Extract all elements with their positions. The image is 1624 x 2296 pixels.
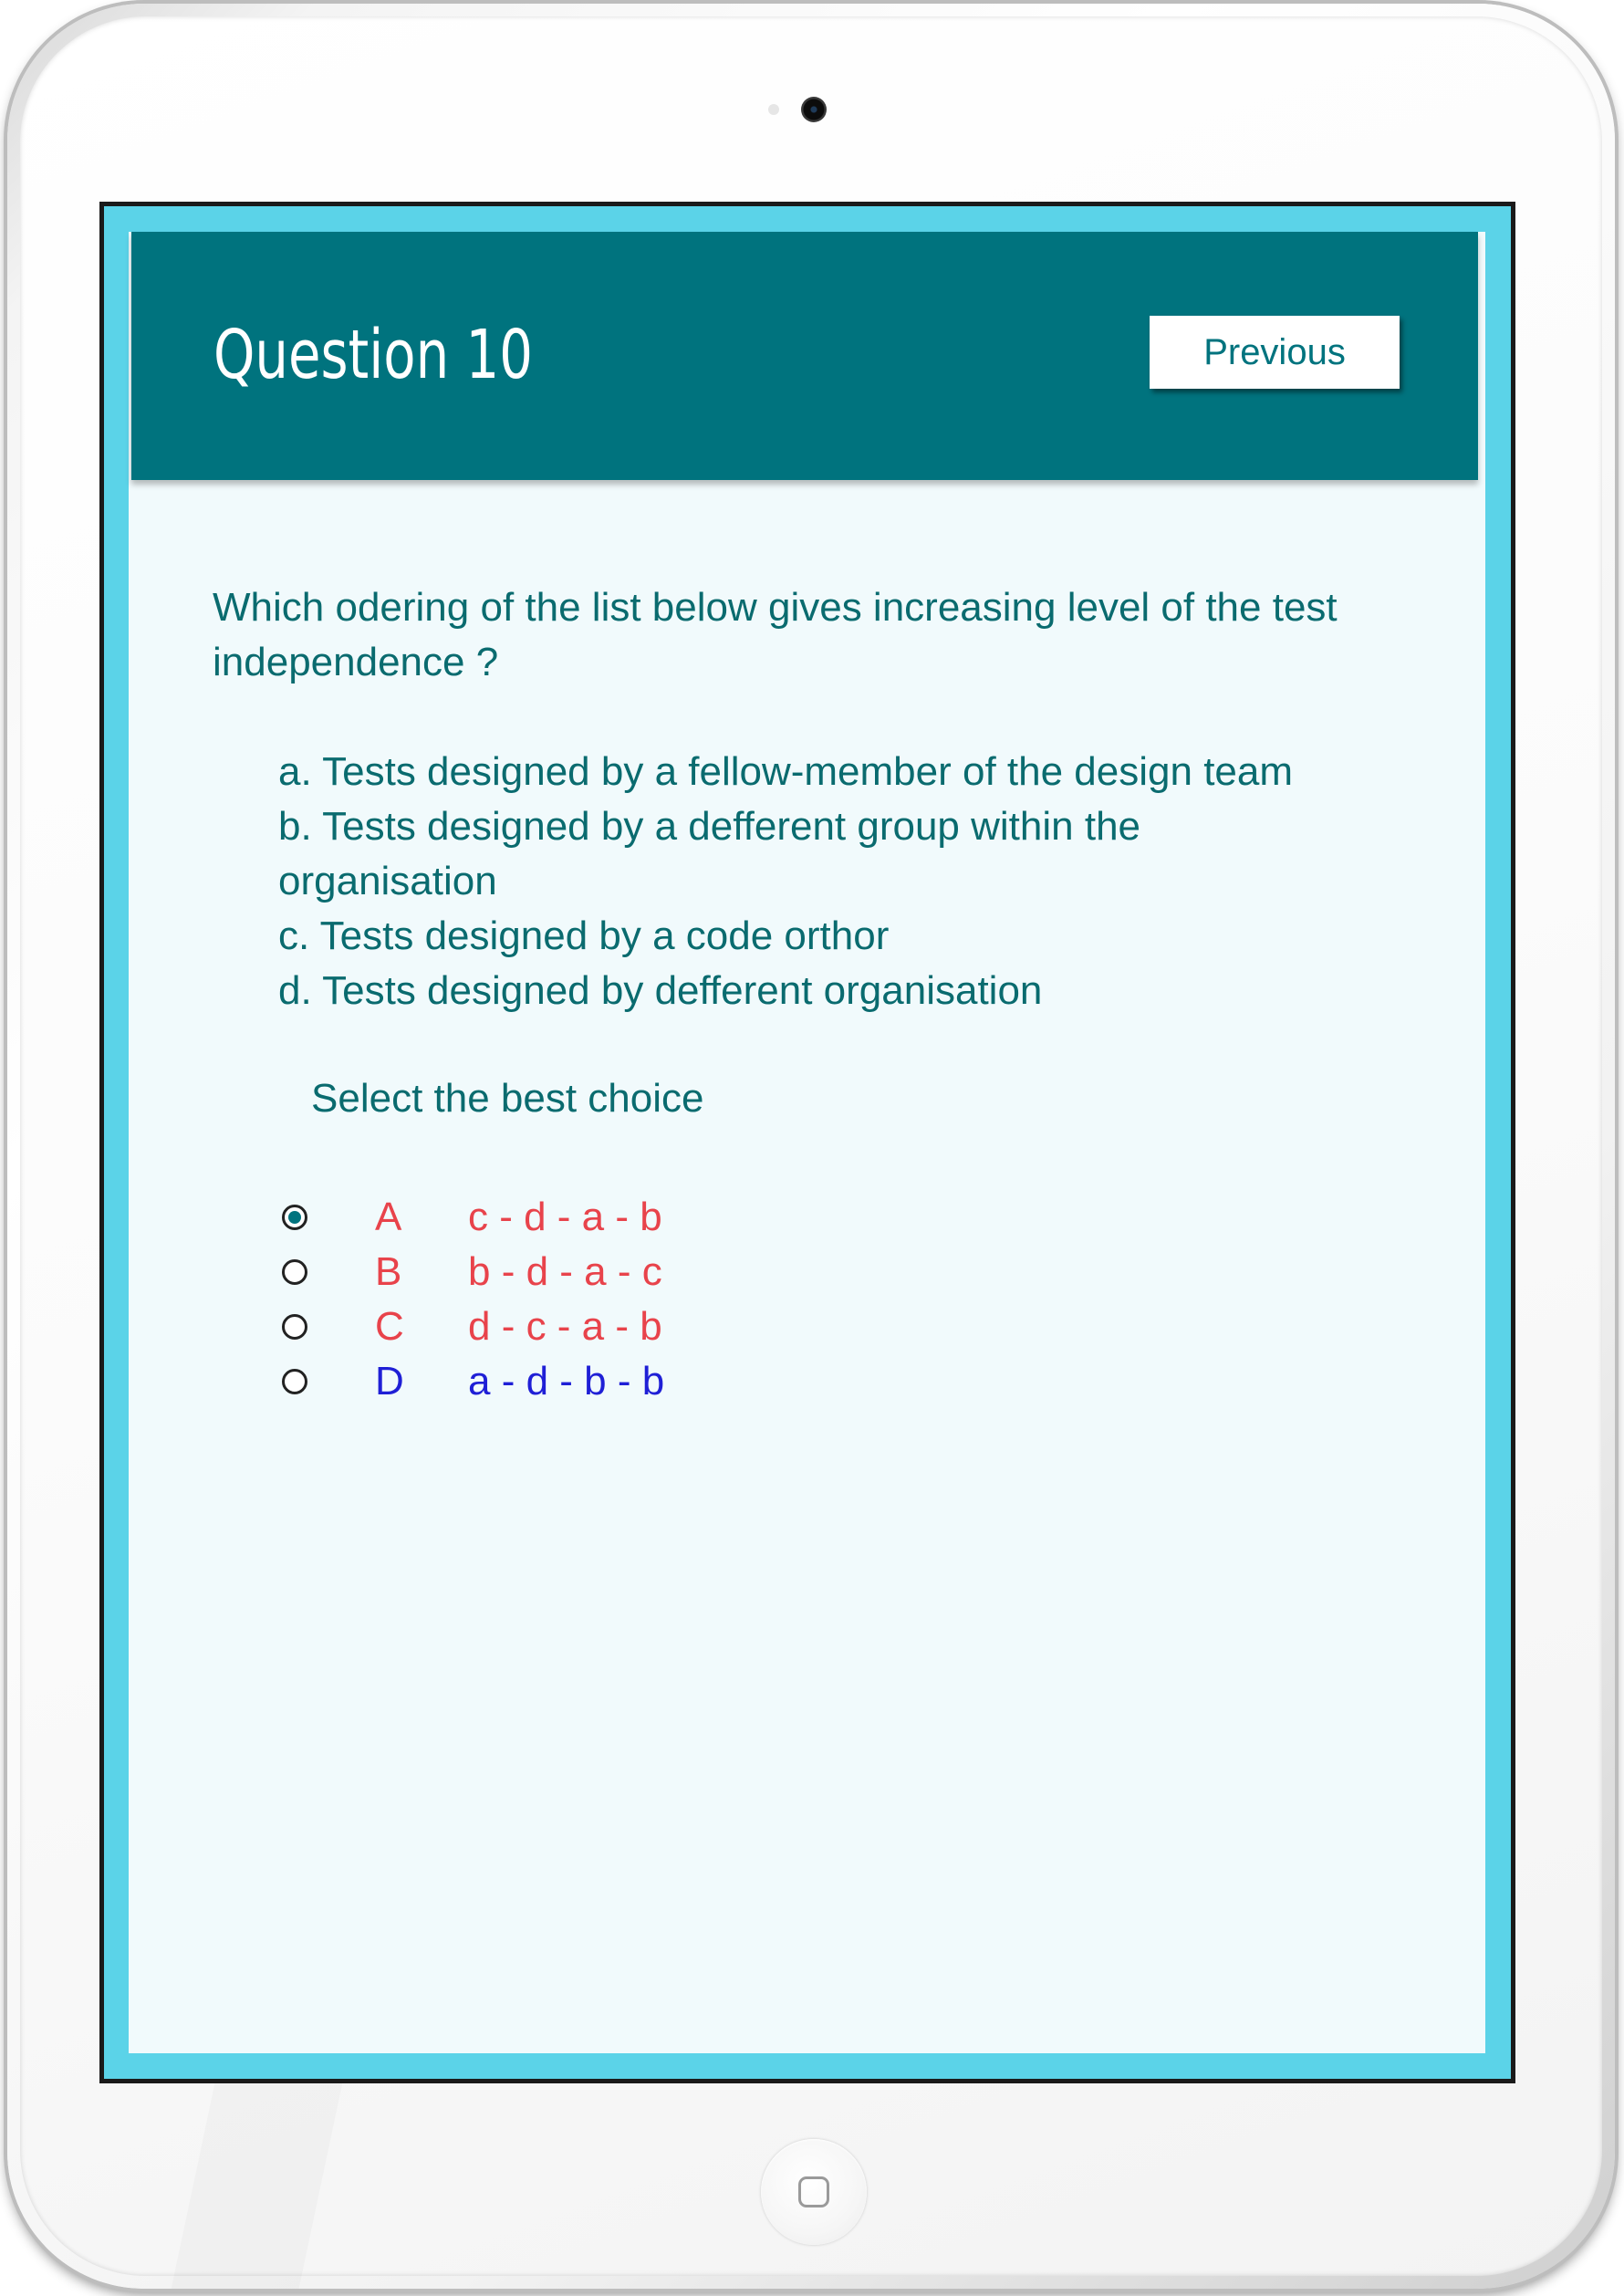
- list-item: b. Tests designed by a defferent group w…: [278, 804, 1141, 903]
- list-item: d. Tests designed by defferent organisat…: [278, 968, 1043, 1013]
- question-title: Question 10: [213, 316, 533, 394]
- answer-choices: A c - d - a - b B b - d - a - c C d - c …: [282, 1190, 664, 1409]
- choice-letter: D: [375, 1359, 404, 1404]
- light-sensor: [768, 104, 779, 115]
- bezel-reflection: [172, 2079, 344, 2289]
- radio-button[interactable]: [282, 1369, 307, 1394]
- ordering-list: a. Tests designed by a fellow-member of …: [278, 745, 1373, 1018]
- list-item: c. Tests designed by a code orthor: [278, 913, 890, 958]
- choice-d[interactable]: D a - d - b - b: [282, 1354, 664, 1409]
- choice-letter: C: [375, 1304, 404, 1349]
- radio-button[interactable]: [282, 1205, 307, 1230]
- question-header: Question 10 Previous: [131, 232, 1478, 480]
- home-square-icon: [798, 2176, 829, 2207]
- previous-button[interactable]: Previous: [1150, 316, 1400, 389]
- radio-button[interactable]: [282, 1259, 307, 1285]
- question-text: Which odering of the list below gives in…: [213, 585, 1338, 684]
- radio-button[interactable]: [282, 1314, 307, 1340]
- choice-c[interactable]: C d - c - a - b: [282, 1299, 662, 1354]
- instruction-text: Select the best choice: [311, 1076, 704, 1121]
- choice-sequence: b - d - a - c: [468, 1249, 662, 1294]
- home-button[interactable]: [761, 2139, 867, 2245]
- quiz-panel: Question 10 Previous Which odering of th…: [129, 232, 1485, 2053]
- camera-icon: [801, 97, 827, 122]
- list-item: a. Tests designed by a fellow-member of …: [278, 749, 1294, 794]
- choice-sequence: a - d - b - b: [468, 1359, 665, 1404]
- choice-b[interactable]: B b - d - a - c: [282, 1245, 662, 1299]
- choice-a[interactable]: A c - d - a - b: [282, 1190, 662, 1245]
- choice-sequence: d - c - a - b: [468, 1304, 662, 1349]
- choice-sequence: c - d - a - b: [468, 1195, 662, 1239]
- choice-letter: B: [375, 1249, 402, 1294]
- choice-letter: A: [375, 1195, 402, 1239]
